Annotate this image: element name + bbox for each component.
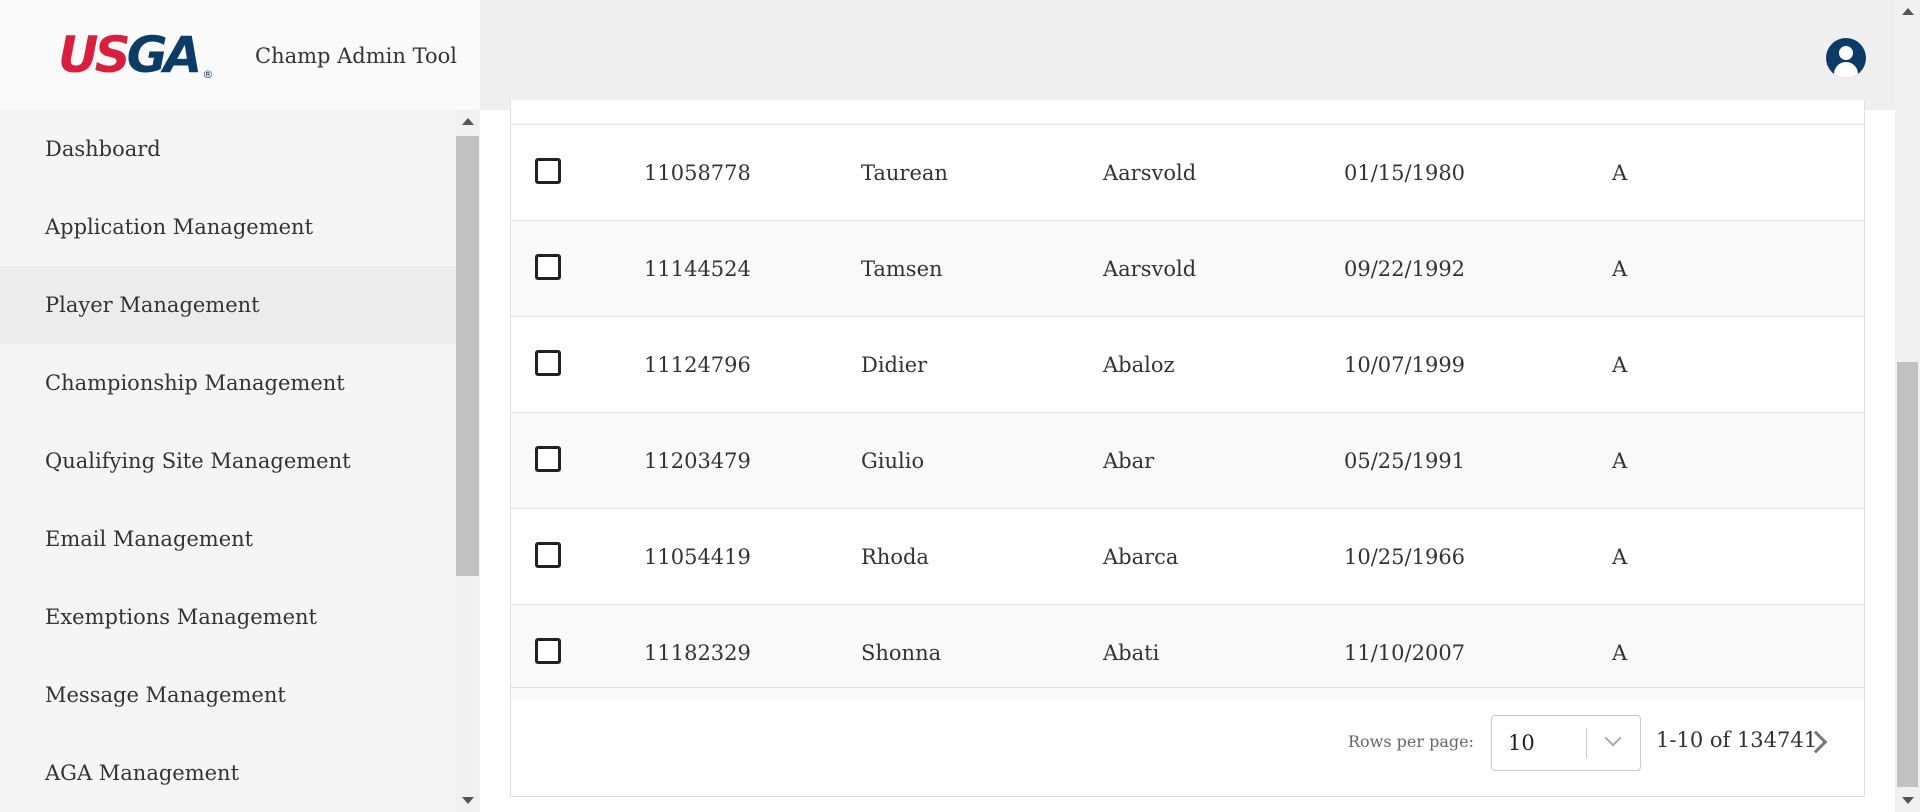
sidebar-item-label: Application Management: [45, 215, 314, 239]
chevron-right-icon: [1804, 730, 1828, 754]
cell-date-of-birth: 05/25/1991: [1344, 449, 1466, 473]
table-row[interactable]: 11058778 Taurean Aarsvold 01/15/1980 A: [511, 124, 1864, 220]
sidebar-item-label: Player Management: [45, 293, 260, 317]
cell-first-name: Tamsen: [861, 257, 943, 281]
main-content: 11058778 Taurean Aarsvold 01/15/1980 A 1…: [480, 100, 1895, 812]
table-pagination: Rows per page: 10 1-10 of 134741: [511, 687, 1864, 797]
sidebar: US GA ® Champ Admin Tool Dashboard Appli…: [0, 0, 480, 812]
logo-us-text: US: [58, 26, 131, 84]
row-select-checkbox[interactable]: [535, 542, 561, 568]
cell-last-name: Aarsvold: [1103, 161, 1197, 185]
sidebar-item-dashboard[interactable]: Dashboard: [0, 110, 456, 188]
rows-per-page-select[interactable]: 10: [1491, 715, 1641, 771]
cell-date-of-birth: 09/22/1992: [1344, 257, 1466, 281]
table-row[interactable]: 11203479 Giulio Abar 05/25/1991 A: [511, 412, 1864, 508]
cell-player-id: 11058778: [644, 161, 751, 185]
cell-last-name: Abar: [1103, 449, 1155, 473]
row-select-checkbox[interactable]: [535, 638, 561, 664]
next-page-button[interactable]: [1804, 724, 1834, 760]
cell-player-id: 11124796: [644, 353, 751, 377]
rows-per-page-value: 10: [1508, 731, 1535, 755]
table-row[interactable]: 11054419 Rhoda Abarca 10/25/1966 A: [511, 508, 1864, 604]
user-icon-body: [1834, 62, 1858, 78]
sidebar-item-exemptions-management[interactable]: Exemptions Management: [0, 578, 456, 656]
cell-first-name: Rhoda: [861, 545, 929, 569]
cell-date-of-birth: 10/07/1999: [1344, 353, 1466, 377]
sidebar-item-label: Championship Management: [45, 371, 345, 395]
logo-registered-mark: ®: [202, 68, 214, 81]
scroll-down-arrow-icon[interactable]: [462, 797, 474, 804]
sidebar-item-application-management[interactable]: Application Management: [0, 188, 456, 266]
sidebar-item-label: Exemptions Management: [45, 605, 317, 629]
cell-player-id: 11203479: [644, 449, 751, 473]
scroll-down-arrow-icon[interactable]: [1902, 797, 1914, 804]
cell-status: A: [1612, 257, 1628, 281]
row-select-checkbox[interactable]: [535, 158, 561, 184]
sidebar-item-message-management[interactable]: Message Management: [0, 656, 456, 734]
cell-first-name: Taurean: [861, 161, 948, 185]
scroll-up-arrow-icon[interactable]: [1902, 8, 1914, 15]
sidebar-scrollbar-thumb[interactable]: [456, 136, 479, 576]
row-select-checkbox[interactable]: [535, 254, 561, 280]
cell-player-id: 11054419: [644, 545, 751, 569]
sidebar-item-label: Qualifying Site Management: [45, 449, 351, 473]
row-select-checkbox[interactable]: [535, 446, 561, 472]
sidebar-item-label: Message Management: [45, 683, 286, 707]
cell-status: A: [1612, 353, 1628, 377]
user-account-icon[interactable]: [1826, 38, 1866, 78]
row-select-checkbox[interactable]: [535, 350, 561, 376]
top-header: [480, 0, 1920, 110]
usga-logo[interactable]: US GA ®: [58, 26, 214, 84]
cell-status: A: [1612, 545, 1628, 569]
table-row[interactable]: 11144524 Tamsen Aarsvold 09/22/1992 A: [511, 220, 1864, 316]
rows-per-page-label: Rows per page:: [1348, 732, 1474, 751]
cell-first-name: Giulio: [861, 449, 925, 473]
sidebar-nav: Dashboard Application Management Player …: [0, 110, 456, 812]
cell-date-of-birth: 01/15/1980: [1344, 161, 1466, 185]
table-row[interactable]: 11124796 Didier Abaloz 10/07/1999 A: [511, 316, 1864, 412]
logo-ga-text: GA: [126, 26, 203, 84]
sidebar-scrollbar[interactable]: [456, 110, 479, 812]
sidebar-item-label: Email Management: [45, 527, 254, 551]
page-scrollbar[interactable]: [1895, 0, 1920, 812]
user-icon-head: [1839, 46, 1853, 60]
cell-last-name: Abarca: [1103, 545, 1179, 569]
table-row[interactable]: 11182329 Shonna Abati 11/10/2007 A: [511, 604, 1864, 700]
sidebar-item-label: Dashboard: [45, 137, 161, 161]
sidebar-item-player-management[interactable]: Player Management: [0, 266, 456, 344]
players-table-card: 11058778 Taurean Aarsvold 01/15/1980 A 1…: [510, 100, 1865, 797]
sidebar-item-championship-management[interactable]: Championship Management: [0, 344, 456, 422]
app-title: Champ Admin Tool: [255, 44, 457, 68]
sidebar-item-label: AGA Management: [45, 761, 240, 785]
brand-bar: US GA ® Champ Admin Tool: [0, 0, 480, 110]
cell-status: A: [1612, 449, 1628, 473]
cell-last-name: Abaloz: [1103, 353, 1175, 377]
sidebar-item-qualifying-site-management[interactable]: Qualifying Site Management: [0, 422, 456, 500]
page-scrollbar-thumb[interactable]: [1897, 362, 1918, 787]
cell-first-name: Didier: [861, 353, 928, 377]
cell-status: A: [1612, 161, 1628, 185]
sidebar-item-email-management[interactable]: Email Management: [0, 500, 456, 578]
cell-last-name: Aarsvold: [1103, 257, 1197, 281]
cell-date-of-birth: 10/25/1966: [1344, 545, 1466, 569]
select-divider: [1586, 728, 1587, 758]
pagination-range: 1-10 of 134741: [1656, 728, 1818, 752]
chevron-down-icon: [1604, 729, 1622, 747]
cell-player-id: 11144524: [644, 257, 751, 281]
scroll-up-arrow-icon[interactable]: [462, 118, 474, 125]
sidebar-item-aga-management[interactable]: AGA Management: [0, 734, 456, 812]
